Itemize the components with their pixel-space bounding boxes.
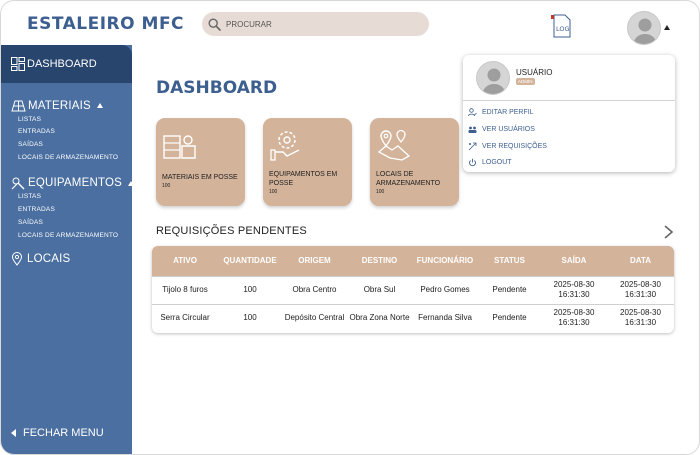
sidebar-subitem-materials-exits[interactable]: SAÍDAS [18,141,43,148]
avatar [476,61,510,95]
table-cell: Depósito Central [284,313,345,323]
chevron-up-icon[interactable] [128,180,134,186]
sidebar-subitem-equipment-entries[interactable]: ENTRADAS [18,206,55,213]
column-header[interactable]: ORIGEM [282,246,347,276]
card-count: 100 [269,189,278,195]
users-icon [468,126,477,133]
column-header[interactable]: STATUS [478,246,541,276]
sidebar-subitem-equipment-exits[interactable]: SAÍDAS [18,219,43,226]
table-cell: 100 [243,285,257,294]
menu-item-label: EDITAR PERFIL [482,109,534,116]
power-icon [469,158,476,167]
table-header-row: ATIVO QUANTIDADE ORIGEM DESTINO FUNCIONÁ… [152,246,674,276]
avatar[interactable] [627,11,661,45]
table-cell: Pendente [492,285,527,294]
table-cell: 2025-08-30 16:31:30 [553,308,595,328]
close-menu-button[interactable]: FECHAR MENU [11,427,104,439]
view-requests-menu-item[interactable]: VER REQUISIÇÕES [468,142,547,151]
sidebar-item-locations[interactable]: LOCAIS [11,252,70,266]
column-header[interactable]: QUANTIDADE [218,246,282,276]
card-equipment[interactable]: EQUIPAMENTOS EM POSSE 100 [263,118,352,206]
column-header[interactable]: FUNCIONÁRIO [412,246,478,276]
column-header[interactable]: ATIVO [152,246,218,276]
app-title: ESTALEIRO MFC [27,14,185,34]
table-row[interactable]: Serra Circular 100 Depósito Central Obra… [152,304,674,332]
sidebar-subitem-equipment-storage[interactable]: LOCAIS DE ARMAZENAMENTO [18,232,118,239]
divider [463,100,675,101]
table-row[interactable]: Tijolo 8 furos 100 Obra Centro Obra Sul … [152,276,674,304]
location-pin-icon [11,252,23,266]
table-cell: Tijolo 8 furos [162,285,208,294]
sidebar-item-label: LOCAIS [27,253,71,265]
materials-icon [163,135,196,159]
card-title: MATERIAIS EM POSSE [162,174,238,181]
transfer-icon [468,142,477,151]
card-materials[interactable]: MATERIAIS EM POSSE 100 [156,118,245,206]
chevron-left-icon [11,429,16,437]
logout-menu-item[interactable]: LOGOUT [468,158,512,167]
sidebar: DASHBOARD MATERIAIS LISTAS ENTRADAS SAÍD… [1,45,134,454]
equipment-icon [270,131,300,161]
table-cell: Pendente [492,313,527,323]
chevron-right-icon[interactable] [662,225,674,239]
sidebar-item-label: EQUIPAMENTOS [28,177,122,189]
sidebar-subitem-equipment-lists[interactable]: LISTAS [18,193,41,200]
close-menu-label: FECHAR MENU [23,427,104,439]
column-header[interactable]: DESTINO [347,246,412,276]
equipment-icon [11,177,25,190]
user-name: USUÁRIO [516,68,553,77]
search-bar[interactable] [202,12,429,36]
sidebar-item-materials[interactable]: MATERIAIS [11,99,103,112]
card-title: EQUIPAMENTOS EM POSSE [269,171,338,187]
search-icon [208,17,221,31]
map-icon [377,129,411,161]
card-title: LOCAIS DE ARMAZENAMENTO [376,171,441,187]
role-badge: ADMIN [516,78,535,85]
card-count: 100 [162,183,171,189]
menu-item-label: LOGOUT [482,159,512,166]
menu-item-label: VER USUÁRIOS [482,126,535,133]
log-label: LOG [556,25,570,33]
page-title: DASHBOARD [156,78,278,98]
dashboard-icon [11,57,25,71]
card-storage-locations[interactable]: LOCAIS DE ARMAZENAMENTO 100 [370,118,459,206]
table-cell: Serra Circular [160,313,210,323]
sidebar-item-equipment[interactable]: EQUIPAMENTOS [11,176,134,190]
table-cell: 2025-08-30 16:31:30 [620,308,661,328]
chevron-up-icon[interactable] [664,25,670,30]
log-icon[interactable]: LOG [550,14,574,38]
materials-icon [11,100,26,112]
sidebar-item-label: DASHBOARD [27,58,97,70]
column-header[interactable]: SAÍDA [541,246,607,276]
sidebar-item-label: MATERIAIS [28,99,91,112]
search-input[interactable] [226,19,416,29]
table-cell: Pedro Gomes [420,285,470,294]
table-cell: Fernanda Silva [418,313,472,323]
chevron-up-icon[interactable] [96,103,103,108]
edit-user-icon [468,108,477,117]
user-menu: USUÁRIO ADMIN EDITAR PERFIL VER USUÁRIOS [463,55,675,172]
sidebar-item-dashboard[interactable]: DASHBOARD [1,45,132,83]
table-cell: Obra Zona Norte [349,313,410,323]
table-cell: 100 [243,313,257,323]
app-window: ESTALEIRO MFC LOG DASHBOA [0,0,700,455]
column-header[interactable]: DATA [607,246,674,276]
requests-table: ATIVO QUANTIDADE ORIGEM DESTINO FUNCIONÁ… [152,246,674,333]
menu-item-label: VER REQUISIÇÕES [482,143,547,150]
card-count: 100 [376,189,385,195]
table-cell: 2025-08-30 16:31:30 [620,280,661,299]
table-cell: 2025-08-30 16:31:30 [553,280,595,299]
edit-profile-menu-item[interactable]: EDITAR PERFIL [468,108,534,117]
sidebar-subitem-materials-storage[interactable]: LOCAIS DE ARMAZENAMENTO [18,154,118,161]
sidebar-subitem-materials-lists[interactable]: LISTAS [18,116,41,123]
pending-requests-title: REQUISIÇÕES PENDENTES [156,225,307,237]
sidebar-subitem-materials-entries[interactable]: ENTRADAS [18,128,55,135]
view-users-menu-item[interactable]: VER USUÁRIOS [468,125,535,134]
table-cell: Obra Centro [292,285,337,294]
table-cell: Obra Sul [363,285,396,294]
